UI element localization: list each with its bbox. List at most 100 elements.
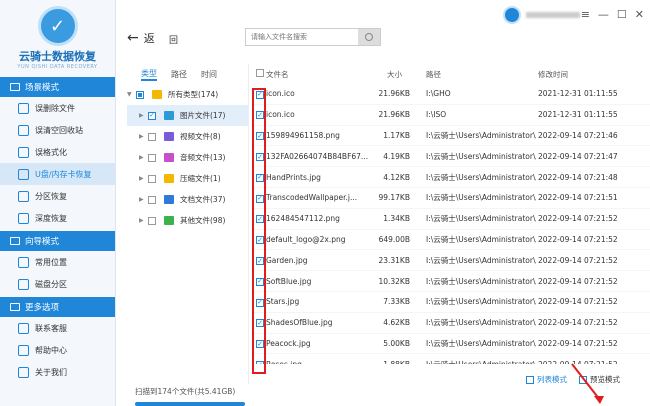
- tree-row[interactable]: ▶ 压缩文件(1): [127, 168, 248, 189]
- nav-item-icon: [18, 344, 29, 356]
- nav-item-icon: [18, 102, 29, 114]
- nav-item-icon: [18, 190, 29, 202]
- maximize-icon[interactable]: ☐: [617, 8, 627, 21]
- sidebar-item[interactable]: 分区恢复: [0, 185, 115, 207]
- file-row[interactable]: ✓ icon.ico 21.96KB I:\ISO 2021-12-31 01:11:5…: [252, 105, 650, 126]
- expand-arrow-icon[interactable]: ▶: [139, 154, 148, 161]
- tree-label: 所有类型(174): [168, 90, 219, 99]
- expand-arrow-icon[interactable]: ▶: [139, 112, 148, 119]
- file-list: 文件名 大小 路径 修改时间 ✓ icon.ico 21.96KB I:\GHO 202…: [252, 64, 650, 364]
- file-row[interactable]: ✓ icon.ico 21.96KB I:\GHO 2021-12-31 01:11:5…: [252, 84, 650, 105]
- file-date: 2022-09-14 07:21:52: [538, 318, 618, 328]
- tree-tab[interactable]: 类型: [141, 68, 157, 81]
- col-name-header[interactable]: 文件名: [266, 69, 369, 80]
- sidebar-item[interactable]: U盘/内存卡恢复: [0, 163, 115, 185]
- tree-label: 音频文件(13): [180, 153, 226, 162]
- tree-checkbox[interactable]: [148, 132, 156, 141]
- search-button[interactable]: [358, 29, 380, 45]
- file-row[interactable]: ✓ Garden.jpg 23.31KB I:\云骑士\Users\Administr…: [252, 250, 650, 272]
- search-input[interactable]: [246, 29, 358, 45]
- tree-row[interactable]: ▶ 文档文件(37): [127, 189, 248, 210]
- list-mode-button[interactable]: 列表模式: [526, 374, 567, 385]
- sidebar-item[interactable]: 深度恢复: [0, 207, 115, 229]
- section-icon: [10, 303, 20, 311]
- tree-tab[interactable]: 时间: [201, 69, 217, 80]
- file-name: Peacock.jpg: [266, 338, 311, 348]
- file-path: I:\云骑士\Users\Administrator\Ap...: [426, 214, 536, 224]
- file-row[interactable]: ✓ SoftBlue.jpg 10.32KB I:\云骑士\Users\Adminis…: [252, 271, 650, 292]
- file-row[interactable]: ✓ default_logo@2x.png 649.00B I:\云骑士\Users\…: [252, 230, 650, 251]
- tree-row[interactable]: ▶ 视频文件(8): [127, 126, 248, 147]
- tree-checkbox[interactable]: ✓: [148, 111, 156, 120]
- tree-checkbox[interactable]: [136, 90, 144, 99]
- file-row[interactable]: ✓ Stars.jpg 7.33KB I:\云骑士\Users\Administrat…: [252, 292, 650, 313]
- select-all-checkbox[interactable]: [256, 69, 264, 77]
- sidebar-item[interactable]: 联系客服: [0, 317, 115, 339]
- folder-icon: [164, 174, 174, 183]
- sidebar-item[interactable]: 关于我们: [0, 361, 115, 383]
- tree-checkbox[interactable]: [148, 195, 156, 204]
- file-row[interactable]: ✓ ShadesOfBlue.jpg 4.62KB I:\云骑士\Users\Admi…: [252, 313, 650, 334]
- file-row[interactable]: ✓ 159894961158.png 1.17KB I:\云骑士\Users\Admi…: [252, 126, 650, 147]
- tree-label: 压缩文件(1): [180, 174, 221, 183]
- file-date: 2022-09-14 07:21:52: [538, 338, 618, 348]
- sidebar-item-label: 深度恢复: [35, 213, 67, 223]
- file-row[interactable]: ✓ HandPrints.jpg 4.12KB I:\云骑士\Users\Admini…: [252, 167, 650, 188]
- nav-item-icon: [18, 256, 29, 268]
- bottom-scrollbar[interactable]: [135, 402, 245, 406]
- col-date-header[interactable]: 修改时间: [536, 69, 646, 80]
- tree-tab[interactable]: 路径: [171, 69, 187, 80]
- file-row[interactable]: ✓ TranscodedWallpaper.j... 99.17KB I:\云骑士\U…: [252, 188, 650, 209]
- close-icon[interactable]: ✕: [635, 8, 644, 21]
- file-row[interactable]: ✓ 162484547112.png 1.34KB I:\云骑士\Users\Admi…: [252, 209, 650, 230]
- col-path-header[interactable]: 路径: [416, 69, 536, 80]
- sidebar-item[interactable]: 误删除文件: [0, 97, 115, 119]
- expand-arrow-icon[interactable]: ▶: [139, 217, 148, 224]
- file-size: 10.32KB: [378, 276, 410, 286]
- tree-row[interactable]: ▼ 所有类型(174): [127, 84, 248, 105]
- menu-icon[interactable]: ≡: [581, 8, 590, 21]
- sidebar-item[interactable]: 误清空回收站: [0, 119, 115, 141]
- user-account[interactable]: [503, 6, 580, 24]
- tree-checkbox[interactable]: [148, 216, 156, 225]
- file-date: 2022-09-14 07:21:48: [538, 172, 618, 182]
- col-size-header[interactable]: 大小: [369, 69, 416, 80]
- sidebar-item[interactable]: 帮助中心: [0, 339, 115, 361]
- tree-label: 视频文件(8): [180, 132, 221, 141]
- file-type-tree: 类型 路径 时间 ▼ 所有类型(174) ▶ ✓ 图片文件(17) ▶ 视频文件(8) ▶ 音频文件…: [127, 64, 249, 384]
- file-row[interactable]: ✓ Peacock.jpg 5.00KB I:\云骑士\Users\Administr…: [252, 334, 650, 355]
- expand-arrow-icon[interactable]: ▶: [139, 196, 148, 203]
- expand-arrow-icon[interactable]: ▶: [139, 133, 148, 140]
- tree-row[interactable]: ▶ 音频文件(13): [127, 147, 248, 168]
- file-size: 5.00KB: [383, 338, 410, 348]
- section-label: 向导模式: [25, 237, 60, 247]
- back-button[interactable]: ← 返: [127, 30, 155, 46]
- tree-checkbox[interactable]: [148, 174, 156, 183]
- file-date: 2022-09-14 07:21:52: [538, 276, 618, 286]
- folder-icon: [152, 90, 162, 99]
- sidebar-item[interactable]: 磁盘分区: [0, 273, 115, 295]
- file-path: I:\云骑士\Users\Administrator\Ap...: [426, 172, 536, 182]
- file-date: 2022-09-14 07:21:52: [538, 214, 618, 224]
- tree-row[interactable]: ▶ ✓ 图片文件(17): [127, 105, 248, 126]
- file-name: icon.ico: [266, 110, 295, 120]
- sidebar-item[interactable]: 常用位置: [0, 251, 115, 273]
- list-mode-label: 列表模式: [537, 375, 567, 384]
- sidebar-item[interactable]: 误格式化: [0, 141, 115, 163]
- nav-item-icon: [18, 278, 29, 290]
- search-box: [245, 28, 381, 46]
- file-date: 2021-12-31 01:11:55: [538, 110, 618, 120]
- collapse-arrow-icon[interactable]: ▼: [127, 91, 136, 98]
- expand-arrow-icon[interactable]: ▶: [139, 175, 148, 182]
- file-size: 23.31KB: [378, 255, 410, 265]
- tree-label: 其他文件(98): [180, 216, 226, 225]
- file-row[interactable]: ✓ 132FA02664074B84BF67... 4.19KB I:\云骑士\Use…: [252, 146, 650, 168]
- tree-row[interactable]: ▶ 其他文件(98): [127, 210, 248, 231]
- file-path: I:\云骑士\Users\Administrator\Ap...: [426, 318, 536, 328]
- return-label[interactable]: 回: [169, 33, 178, 46]
- file-list-header: 文件名 大小 路径 修改时间: [252, 64, 650, 84]
- minimize-icon[interactable]: —: [598, 8, 609, 21]
- file-name: Garden.jpg: [266, 255, 308, 265]
- file-path: I:\云骑士\Users\Administrator\Ap...: [416, 359, 536, 364]
- tree-checkbox[interactable]: [148, 153, 156, 162]
